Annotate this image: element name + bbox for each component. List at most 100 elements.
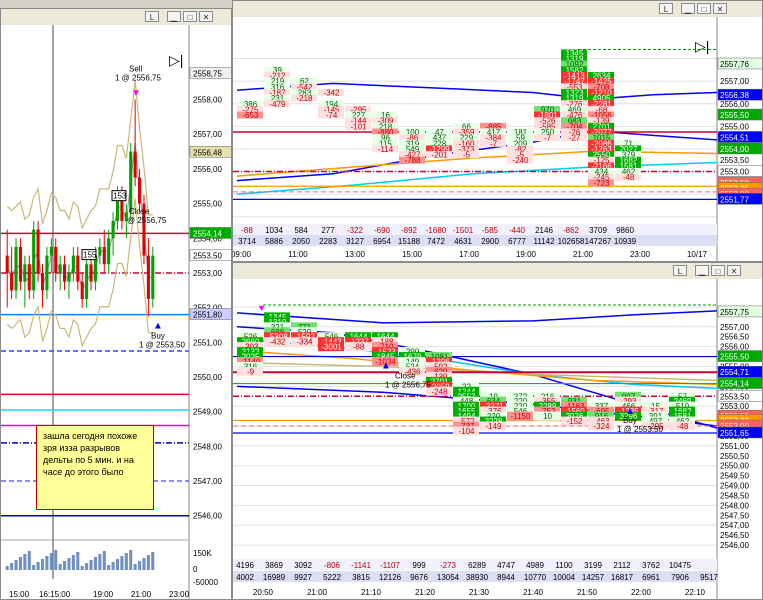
candle-body <box>89 264 93 282</box>
volume-bar <box>14 560 18 570</box>
footprint-cell-value: -149 <box>485 422 502 431</box>
candle-body <box>27 264 31 291</box>
delta-value: 2112 <box>613 561 631 570</box>
time-tick-label: 15:00 <box>402 250 423 259</box>
box-label: 155 <box>83 251 97 260</box>
zoom-icon: ▷| <box>695 38 709 54</box>
price-tick-label: 2556,50 <box>720 333 749 342</box>
candle-body <box>67 272 71 282</box>
volume-value: 3815 <box>352 573 370 582</box>
volume-value: 4002 <box>236 573 254 582</box>
zoom-icon: ▷| <box>169 52 183 68</box>
time-tick-label: 21:40 <box>523 588 544 597</box>
volume-value: 5886 <box>265 237 283 246</box>
candle-body <box>71 255 75 273</box>
delta-value: 3709 <box>589 226 607 235</box>
minimize-icon[interactable]: ▁ <box>167 11 181 22</box>
footprint-cell-value: -7 <box>490 139 498 148</box>
footprint-cell-value: -218 <box>296 94 313 103</box>
candle-body <box>129 151 133 213</box>
price-tick-label: 2551,00 <box>193 338 222 347</box>
close-icon[interactable]: ✕ <box>727 265 741 276</box>
close-icon[interactable]: ✕ <box>713 3 727 14</box>
volume-bar <box>115 559 120 570</box>
candlestick-chart-left[interactable]: ▷| 153 155 Sell1 @ 2556,75 ▼ Close@ 2556,75 ▲B… <box>1 25 232 600</box>
price-marker-label: 2553,50 <box>720 392 749 401</box>
price-marker-label: 2557,75 <box>720 308 749 317</box>
time-tick-label: 21:50 <box>577 588 598 597</box>
link-button[interactable]: L <box>145 11 159 22</box>
footprint-cell-value: -201 <box>431 151 448 160</box>
maximize-icon[interactable]: □ <box>711 265 725 276</box>
price-tick-label: 2547,00 <box>193 477 222 486</box>
footprint-chart-top-right[interactable]: 386-275-65339-212219316-187231-47962-542… <box>233 17 763 262</box>
window-titlebar-bottom-right: L ▁ □ ✕ <box>233 263 762 280</box>
delta-value: 277 <box>321 226 335 235</box>
candle-body <box>58 264 62 273</box>
volume-bar <box>40 559 45 570</box>
volume-bar <box>85 563 89 570</box>
maximize-icon[interactable]: □ <box>183 11 197 22</box>
time-tick-label: 17:00 <box>459 250 480 259</box>
delta-value: 584 <box>294 226 308 235</box>
time-tick-label: 23:00 <box>169 590 190 599</box>
close-arrow-icon: ▲ <box>381 360 391 371</box>
time-tick-label: 21:00 <box>131 590 152 599</box>
volume-bar <box>58 564 62 570</box>
close-icon[interactable]: ✕ <box>199 11 213 22</box>
price-marker-label: 2554,14 <box>193 229 222 238</box>
volume-value: 15188 <box>398 237 421 246</box>
candle-body <box>32 229 36 291</box>
link-button[interactable]: L <box>659 3 673 14</box>
footprint-chart-bottom-right[interactable]: 5262660-30321322025-1140316-913451319321… <box>233 279 763 600</box>
volume-bar <box>124 553 128 570</box>
time-tick-label: 09:00 <box>233 250 252 259</box>
volume-value: 3714 <box>238 237 256 246</box>
delta-value: 9860 <box>616 226 634 235</box>
minimize-icon[interactable]: ▁ <box>695 265 709 276</box>
candle-body <box>80 281 84 299</box>
volume-value: 3127 <box>346 237 364 246</box>
footprint-cell-value: -334 <box>296 338 313 347</box>
volume-value: 14257 <box>582 573 605 582</box>
delta-value: 4196 <box>236 561 254 570</box>
volume-bar <box>146 555 150 570</box>
volume-bar <box>111 562 115 570</box>
window-titlebar-top-right: L ▁ □ ✕ <box>233 1 762 18</box>
volume-value: 7472 <box>427 237 445 246</box>
volume-bar <box>49 553 53 570</box>
delta-value: 999 <box>412 561 426 570</box>
time-tick-label: 11:00 <box>288 250 308 259</box>
time-tick-label: 21:10 <box>361 588 382 597</box>
price-tick-label: 2556,00 <box>720 343 749 352</box>
price-tick-label: 2550,50 <box>720 452 749 461</box>
price-tick-label: 2546,00 <box>720 541 749 550</box>
delta-value: 3092 <box>294 561 312 570</box>
volume-bar <box>138 561 142 570</box>
volume-bar <box>5 566 9 570</box>
volume-bar <box>151 552 155 570</box>
candle-body <box>76 255 80 282</box>
link-button[interactable]: L <box>673 265 687 276</box>
delta-value: -440 <box>509 226 526 235</box>
minimize-icon[interactable]: ▁ <box>681 3 695 14</box>
volume-bar <box>76 552 80 570</box>
footprint-cell-value: -5 <box>463 151 471 160</box>
volume-value: 102658 <box>558 237 585 246</box>
volume-value: 6954 <box>373 237 391 246</box>
footprint-cell-value: -1150 <box>511 412 531 421</box>
volume-bar <box>142 558 146 570</box>
delta-value: -806 <box>324 561 341 570</box>
price-tick-label: 2556,00 <box>193 165 222 174</box>
volume-value: 9676 <box>410 573 428 582</box>
box-label: 153 <box>113 192 127 201</box>
delta-value: 3199 <box>584 561 602 570</box>
candle-body <box>49 246 53 256</box>
trade-label: Buy <box>623 416 637 425</box>
maximize-icon[interactable]: □ <box>697 3 711 14</box>
candle-body <box>98 246 102 256</box>
price-tick-label: 2548,00 <box>193 442 222 451</box>
candle-body <box>18 246 22 282</box>
price-tick-label: 2555,00 <box>193 200 222 209</box>
candle-body <box>151 255 155 299</box>
